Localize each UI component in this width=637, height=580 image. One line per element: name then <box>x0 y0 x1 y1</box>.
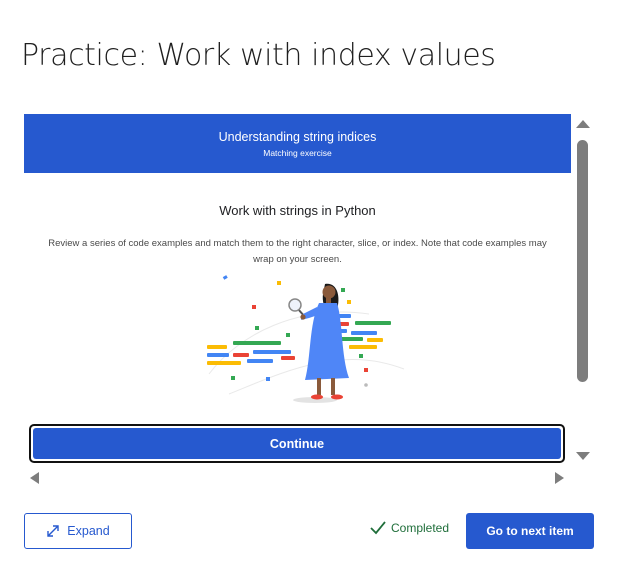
vertical-scrollbar-thumb[interactable] <box>577 140 588 382</box>
expand-label: Expand <box>67 524 110 538</box>
scroll-right-icon[interactable] <box>555 472 564 484</box>
expand-icon <box>47 525 59 537</box>
continue-button[interactable]: Continue <box>33 428 561 459</box>
activity-header-title: Understanding string indices <box>218 130 377 144</box>
scroll-down-icon[interactable] <box>576 452 590 460</box>
completed-status: Completed <box>370 521 449 535</box>
checkmark-icon <box>370 521 386 535</box>
go-to-next-item-button[interactable]: Go to next item <box>466 513 594 549</box>
activity-content: Understanding string indices Matching ex… <box>24 114 571 466</box>
woman-with-magnifying-glass-illustration <box>207 275 405 403</box>
page-title: Practice: Work with index values <box>21 38 496 73</box>
horizontal-scrollbar[interactable] <box>24 466 571 490</box>
activity-description: Review a series of code examples and mat… <box>48 238 547 265</box>
expand-button[interactable]: Expand <box>24 513 132 549</box>
activity-frame: Understanding string indices Matching ex… <box>24 114 594 490</box>
scroll-up-icon[interactable] <box>576 120 590 128</box>
completed-label: Completed <box>391 521 450 535</box>
activity-header-subtitle: Matching exercise <box>263 148 332 158</box>
vertical-scrollbar[interactable] <box>571 114 594 466</box>
continue-button-focus-ring: Continue <box>29 424 565 463</box>
activity-heading: Work with strings in Python <box>219 203 376 218</box>
activity-header: Understanding string indices Matching ex… <box>24 114 571 173</box>
scroll-left-icon[interactable] <box>30 472 39 484</box>
